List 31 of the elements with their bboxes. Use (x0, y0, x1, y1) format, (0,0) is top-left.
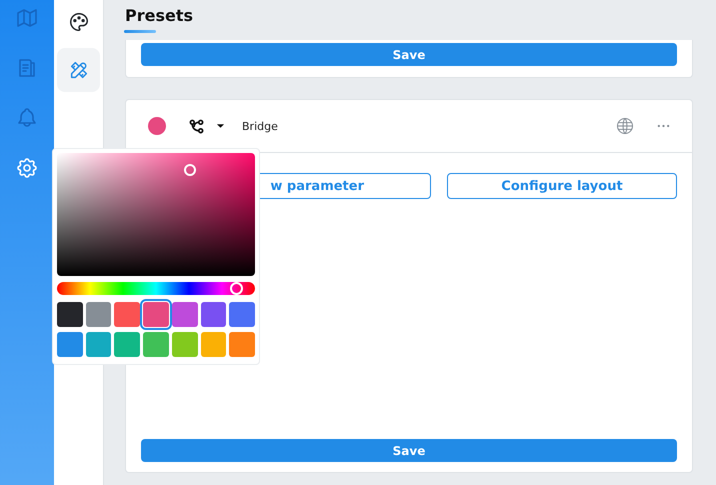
color-swatch[interactable] (143, 332, 169, 357)
outline-button[interactable]: Configure layout (447, 173, 677, 199)
saturation-handle[interactable] (184, 164, 196, 176)
color-swatch[interactable] (86, 302, 112, 327)
hue-slider[interactable] (57, 282, 255, 295)
color-swatch[interactable] (57, 332, 83, 357)
hue-handle[interactable] (230, 282, 244, 295)
globe-icon[interactable] (615, 116, 635, 136)
color-swatch[interactable] (114, 332, 140, 357)
color-swatch[interactable] (114, 302, 140, 327)
color-swatch[interactable] (229, 302, 255, 327)
color-swatch[interactable] (143, 302, 169, 327)
settings-icon[interactable] (15, 156, 39, 180)
map-icon[interactable] (15, 6, 39, 30)
color-swatch[interactable] (200, 332, 226, 357)
graph-icon[interactable] (189, 118, 204, 134)
color-swatch[interactable] (57, 302, 83, 327)
color-swatch[interactable] (172, 302, 198, 327)
color-swatch[interactable] (200, 302, 226, 327)
palette-icon (68, 11, 90, 33)
caret-icon[interactable] (216, 123, 225, 129)
saturation-area[interactable] (57, 153, 255, 276)
preset-name: Bridge (242, 120, 278, 132)
color-swatch[interactable] (172, 332, 198, 357)
color-swatch[interactable] (86, 332, 112, 357)
color-swatch[interactable] (148, 117, 166, 135)
page-title: Presets (125, 6, 194, 25)
more-icon[interactable] (657, 124, 670, 128)
color-swatch[interactable] (229, 332, 255, 357)
save-button[interactable]: Save (141, 43, 677, 66)
save-button[interactable]: Save (141, 439, 677, 462)
